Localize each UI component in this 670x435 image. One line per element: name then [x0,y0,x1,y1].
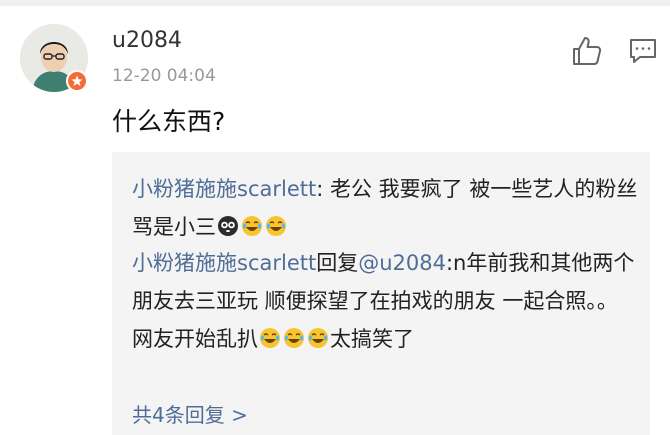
view-more-replies-link[interactable]: 共4条回复 > [132,402,248,428]
verified-star-icon [66,70,88,92]
thumbs-up-icon[interactable] [570,34,604,68]
laugh-cry-emoji-icon [265,215,287,237]
comment-bubble-icon[interactable] [628,36,658,66]
reply-thread[interactable]: 小粉猪施施scarlett: 老公 我要疯了 被一些艺人的粉丝骂是小三 小粉猪施… [112,152,650,435]
laugh-cry-emoji-icon [241,215,263,237]
username[interactable]: u2084 [112,28,182,54]
reply-separator: : [316,177,330,201]
top-divider [0,0,670,6]
reply-text-end: 太搞笑了 [330,327,414,351]
laugh-cry-emoji-icon [283,327,305,349]
timestamp: 12-20 04:04 [112,66,216,86]
reply-word: 回复 [316,251,359,275]
comment-text: 什么东西? [112,107,226,136]
mention-link[interactable]: @u2084 [358,251,446,275]
laugh-cry-emoji-icon [259,327,281,349]
reply-item: 小粉猪施施scarlett回复@u2084:n年前我和其他两个朋友去三亚玩 顺便… [132,244,638,358]
ghost-emoji-icon [217,215,239,237]
reply-author[interactable]: 小粉猪施施scarlett [132,177,316,201]
reply-item: 小粉猪施施scarlett: 老公 我要疯了 被一些艺人的粉丝骂是小三 [132,170,638,246]
reply-author[interactable]: 小粉猪施施scarlett [132,251,316,275]
laugh-cry-emoji-icon [307,327,329,349]
